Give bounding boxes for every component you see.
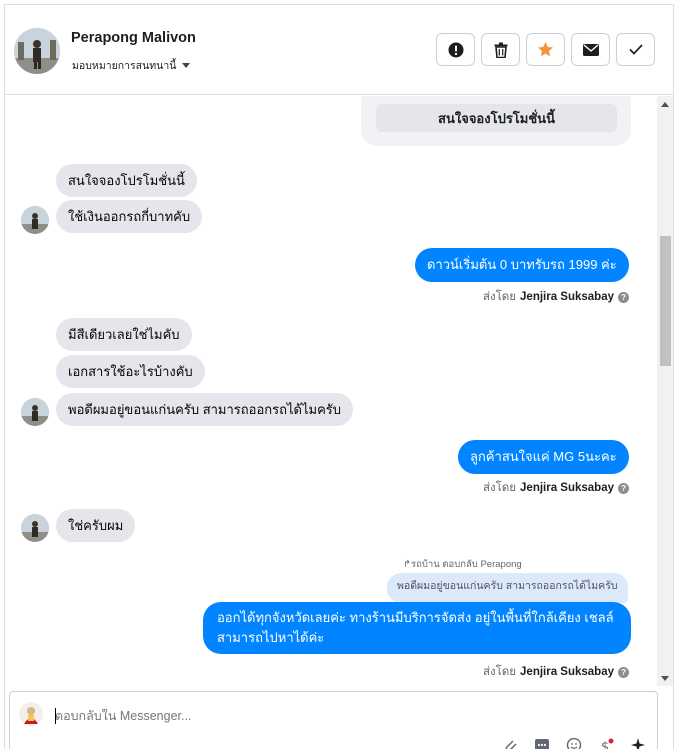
contact-name: Perapong Malivon — [71, 30, 196, 46]
promo-card-button[interactable]: สนใจจองโปรโมชั่นนี้ — [376, 104, 617, 132]
scroll-thumb[interactable] — [660, 236, 671, 366]
scroll-up-arrow-icon[interactable] — [661, 102, 669, 107]
sent-by-prefix: ส่งโดย — [483, 666, 517, 678]
contact-avatar-small — [21, 398, 49, 426]
reply-composer: $ — [9, 691, 658, 749]
quoted-message[interactable]: พอดีผมอยู่ขอนแก่นครับ สามารถออกรถได้ไมคร… — [387, 573, 628, 603]
check-icon — [628, 44, 643, 55]
conversation-panel: Perapong Malivon มอบหมายการสนทนานี้ สนใจ… — [4, 4, 674, 749]
help-icon[interactable]: ? — [618, 482, 630, 494]
saved-reply-icon[interactable] — [534, 738, 550, 749]
page-avatar — [19, 702, 43, 726]
sent-by-agent: Jenjira Suksabay — [520, 666, 615, 678]
text-cursor — [55, 708, 56, 724]
message-in: เอกสารใช้อะไรบ้างคับ — [56, 355, 205, 388]
promo-card: สนใจจองโปรโมชั่นนี้ — [361, 96, 631, 146]
message-in: ใช้เงินออกรถกี่บาทคับ — [56, 200, 203, 233]
svg-text:$: $ — [601, 740, 609, 749]
sent-by-label: ส่งโดย Jenjira Suksabay ? — [483, 288, 630, 306]
assign-conversation-dropdown[interactable]: มอบหมายการสนทนานี้ — [72, 57, 191, 74]
ai-sparkle-icon[interactable] — [630, 738, 646, 749]
star-button[interactable] — [526, 33, 565, 66]
reply-note: ↱รถบ้าน ตอบกลับ Perapong — [403, 559, 522, 570]
help-icon[interactable]: ? — [618, 666, 630, 678]
delete-button[interactable] — [481, 33, 520, 66]
message-list[interactable]: สนใจจองโปรโมชั่นนี้ สนใจจองโปรโมชั่นนี้ … — [5, 96, 657, 686]
scroll-down-arrow-icon[interactable] — [661, 676, 669, 681]
message-in: พอดีผมอยู่ขอนแก่นครับ สามารถออกรถได้ไมคร… — [56, 393, 354, 426]
mail-icon — [582, 43, 599, 56]
sent-by-label: ส่งโดย Jenjira Suksabay ? — [483, 663, 630, 681]
attach-icon[interactable] — [502, 738, 518, 749]
contact-avatar[interactable] — [14, 28, 60, 74]
sent-by-label: ส่งโดย Jenjira Suksabay ? — [483, 479, 630, 497]
emoji-icon[interactable] — [566, 738, 582, 749]
star-icon — [537, 42, 554, 57]
caret-down-icon — [182, 63, 191, 68]
mark-unread-button[interactable] — [571, 33, 610, 66]
message-in: มีสีเดียวเลยใช่ไมคับ — [56, 318, 192, 351]
trash-icon — [494, 42, 507, 58]
message-scrollbar[interactable] — [657, 96, 673, 686]
contact-avatar-small — [21, 206, 49, 234]
help-icon[interactable]: ? — [618, 291, 630, 303]
assign-label: มอบหมายการสนทนานี้ — [72, 60, 177, 72]
contact-avatar-small — [21, 514, 49, 542]
spam-icon — [448, 42, 463, 57]
conversation-header: Perapong Malivon มอบหมายการสนทนานี้ — [5, 5, 673, 95]
message-in: ใช่ครับผม — [56, 509, 136, 542]
reply-input[interactable] — [55, 709, 355, 723]
sent-by-prefix: ส่งโดย — [483, 291, 517, 303]
mark-spam-button[interactable] — [436, 33, 475, 66]
sent-by-prefix: ส่งโดย — [483, 482, 517, 494]
sent-by-agent: Jenjira Suksabay — [520, 291, 615, 303]
conversation-actions — [436, 33, 655, 66]
message-out: ออกได้ทุกจังหวัดเลยค่ะ ทางร้านมีบริการจั… — [203, 602, 631, 654]
mark-done-button[interactable] — [616, 33, 655, 66]
message-out: ลูกค้าสนใจแค่ MG 5นะคะ — [458, 440, 629, 474]
sent-by-agent: Jenjira Suksabay — [520, 482, 615, 494]
payment-icon[interactable]: $ — [598, 738, 614, 749]
message-in: สนใจจองโปรโมชั่นนี้ — [56, 164, 197, 197]
message-out: ดาวน์เริ่มต้น 0 บาทรับรถ 1999 ค่ะ — [415, 248, 629, 282]
composer-tools: $ — [502, 738, 646, 749]
